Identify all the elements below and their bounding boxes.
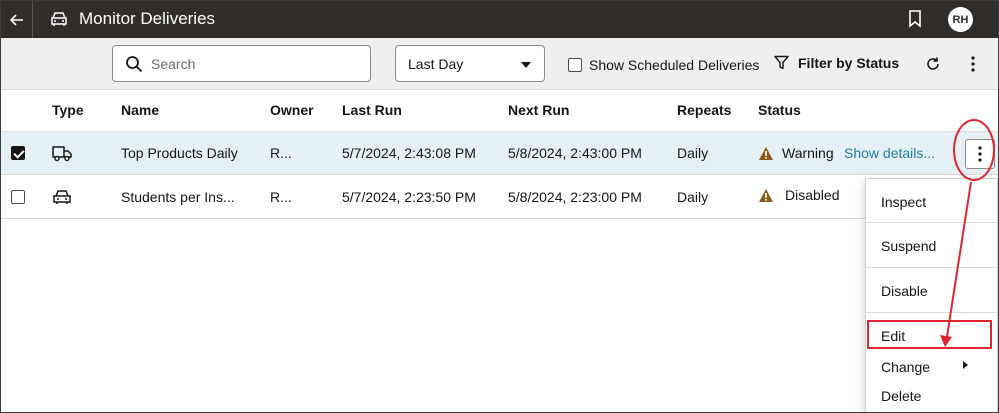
menu-divider <box>866 267 997 268</box>
page-title: Monitor Deliveries <box>79 9 216 28</box>
row-owner: R... <box>270 145 292 161</box>
column-header-status[interactable]: Status <box>758 102 801 118</box>
annotation-ellipse <box>953 119 995 181</box>
row-last-run: 5/7/2024, 2:23:50 PM <box>342 189 476 205</box>
title-bar: Monitor Deliveries RH <box>1 1 998 38</box>
warning-icon <box>759 147 773 160</box>
row-checkbox[interactable] <box>11 146 25 160</box>
row-last-run: 5/7/2024, 2:43:08 PM <box>342 145 476 161</box>
warning-icon <box>759 189 773 202</box>
row-next-run: 5/8/2024, 2:43:00 PM <box>508 145 642 161</box>
menu-divider <box>866 312 997 313</box>
row-status: Disabled <box>785 187 840 203</box>
table-header: Type Name Owner Last Run Next Run Repeat… <box>1 90 998 132</box>
more-vertical-icon[interactable] <box>970 55 976 73</box>
toolbar: Last Day Show Scheduled Deliveries Filte… <box>1 38 998 90</box>
avatar[interactable]: RH <box>948 7 973 32</box>
row-status: Warning <box>782 145 834 161</box>
menu-item-delete[interactable]: Delete <box>866 388 997 404</box>
car-icon <box>51 12 67 26</box>
show-details-link[interactable]: Show details... <box>844 145 935 161</box>
menu-divider <box>866 222 997 223</box>
back-button[interactable] <box>1 1 33 38</box>
column-header-last-run[interactable]: Last Run <box>342 102 402 118</box>
column-header-name[interactable]: Name <box>121 102 159 118</box>
search-input[interactable] <box>151 54 361 74</box>
menu-item-change[interactable]: Change <box>866 359 997 375</box>
row-name[interactable]: Top Products Daily <box>121 145 238 161</box>
row-checkbox[interactable] <box>11 190 25 204</box>
row-repeats: Daily <box>677 189 709 205</box>
table-row[interactable]: Top Products Daily R... 5/7/2024, 2:43:0… <box>1 132 998 175</box>
show-scheduled-label[interactable]: Show Scheduled Deliveries <box>589 57 759 73</box>
column-header-repeats[interactable]: Repeats <box>677 102 731 118</box>
refresh-icon[interactable] <box>925 56 941 72</box>
car-icon <box>53 190 71 204</box>
filter-icon[interactable] <box>774 55 789 70</box>
arrow-left-icon <box>9 13 23 26</box>
table-row[interactable]: Students per Ins... R... 5/7/2024, 2:23:… <box>1 176 998 219</box>
app-window: Monitor Deliveries RH Last Day Show Sche… <box>0 0 999 413</box>
row-owner: R... <box>270 189 292 205</box>
show-scheduled-checkbox[interactable] <box>568 58 582 72</box>
period-select-value: Last Day <box>408 56 464 72</box>
truck-icon <box>52 146 72 162</box>
row-repeats: Daily <box>677 145 709 161</box>
menu-item-suspend[interactable]: Suspend <box>866 238 997 254</box>
bookmark-icon[interactable] <box>908 10 922 28</box>
annotation-highlight-box <box>867 320 992 349</box>
search-box <box>112 45 371 82</box>
row-actions-menu: Inspect Suspend Disable Edit Change Dele… <box>865 178 998 412</box>
column-header-owner[interactable]: Owner <box>270 102 314 118</box>
period-select[interactable]: Last Day <box>395 45 545 82</box>
column-header-type[interactable]: Type <box>52 102 84 118</box>
caret-down-icon <box>521 62 531 68</box>
column-header-next-run[interactable]: Next Run <box>508 102 569 118</box>
menu-item-inspect[interactable]: Inspect <box>866 194 997 210</box>
search-icon <box>126 56 143 73</box>
filter-by-status-button[interactable]: Filter by Status <box>798 55 899 71</box>
row-next-run: 5/8/2024, 2:23:00 PM <box>508 189 642 205</box>
row-name[interactable]: Students per Ins... <box>121 189 235 205</box>
menu-item-disable[interactable]: Disable <box>866 283 997 299</box>
submenu-arrow-icon <box>963 361 968 369</box>
